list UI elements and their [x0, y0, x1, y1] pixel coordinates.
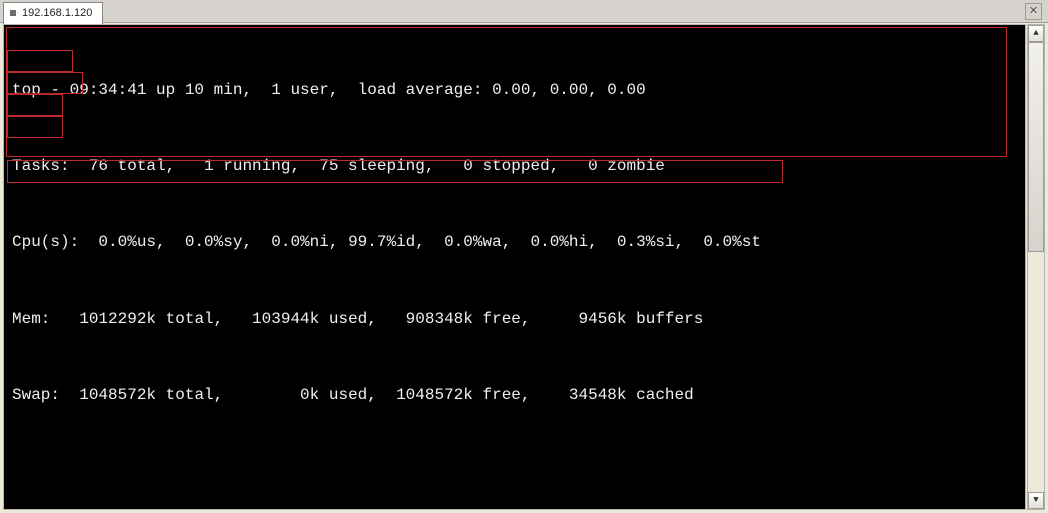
summary-tasks-line: Tasks: 76 total, 1 running, 75 sleeping,…: [4, 155, 1025, 177]
tab-icon: [10, 10, 16, 16]
swap-values: 1048572k total, 0k used, 1048572k free, …: [60, 386, 694, 404]
annotation-box-swap: [7, 116, 63, 138]
summary-mem-line: Mem: 1012292k total, 103944k used, 90834…: [4, 308, 1025, 330]
session-tab[interactable]: 192.168.1.120: [3, 2, 103, 24]
tab-title: 192.168.1.120: [22, 7, 92, 19]
close-button[interactable]: ✕: [1025, 3, 1042, 20]
summary-swap-line: Swap: 1048572k total, 0k used, 1048572k …: [4, 384, 1025, 406]
tasks-label: Tasks:: [12, 157, 70, 175]
scrollbar[interactable]: ▲ ▼: [1027, 24, 1045, 510]
terminal-area[interactable]: top - 09:34:41 up 10 min, 1 user, load a…: [3, 24, 1026, 510]
window: 192.168.1.120 ✕ top - 09:34:41 up 10 min…: [0, 0, 1048, 513]
chevron-up-icon: ▲: [1033, 28, 1038, 38]
summary-cpu-line: Cpu(s): 0.0%us, 0.0%sy, 0.0%ni, 99.7%id,…: [4, 231, 1025, 253]
scroll-down-button[interactable]: ▼: [1028, 492, 1044, 509]
chevron-down-icon: ▼: [1033, 495, 1038, 505]
tab-bar: 192.168.1.120 ✕: [0, 0, 1048, 23]
terminal-content: top - 09:34:41 up 10 min, 1 user, load a…: [4, 25, 1025, 509]
blank-line: [4, 460, 1025, 482]
summary-top-line: top - 09:34:41 up 10 min, 1 user, load a…: [4, 79, 1025, 101]
cpu-values: 0.0%us, 0.0%sy, 0.0%ni, 99.7%id, 0.0%wa,…: [79, 233, 761, 251]
mem-label: Mem:: [12, 310, 60, 328]
scroll-up-button[interactable]: ▲: [1028, 25, 1044, 42]
tasks-values: 76 total, 1 running, 75 sleeping, 0 stop…: [70, 157, 665, 175]
scroll-thumb[interactable]: [1028, 42, 1044, 252]
close-icon: ✕: [1029, 5, 1038, 17]
cpu-label: Cpu(s):: [12, 233, 79, 251]
mem-values: 1012292k total, 103944k used, 908348k fr…: [60, 310, 703, 328]
swap-label: Swap:: [12, 386, 60, 404]
annotation-box-tasks: [7, 50, 73, 72]
